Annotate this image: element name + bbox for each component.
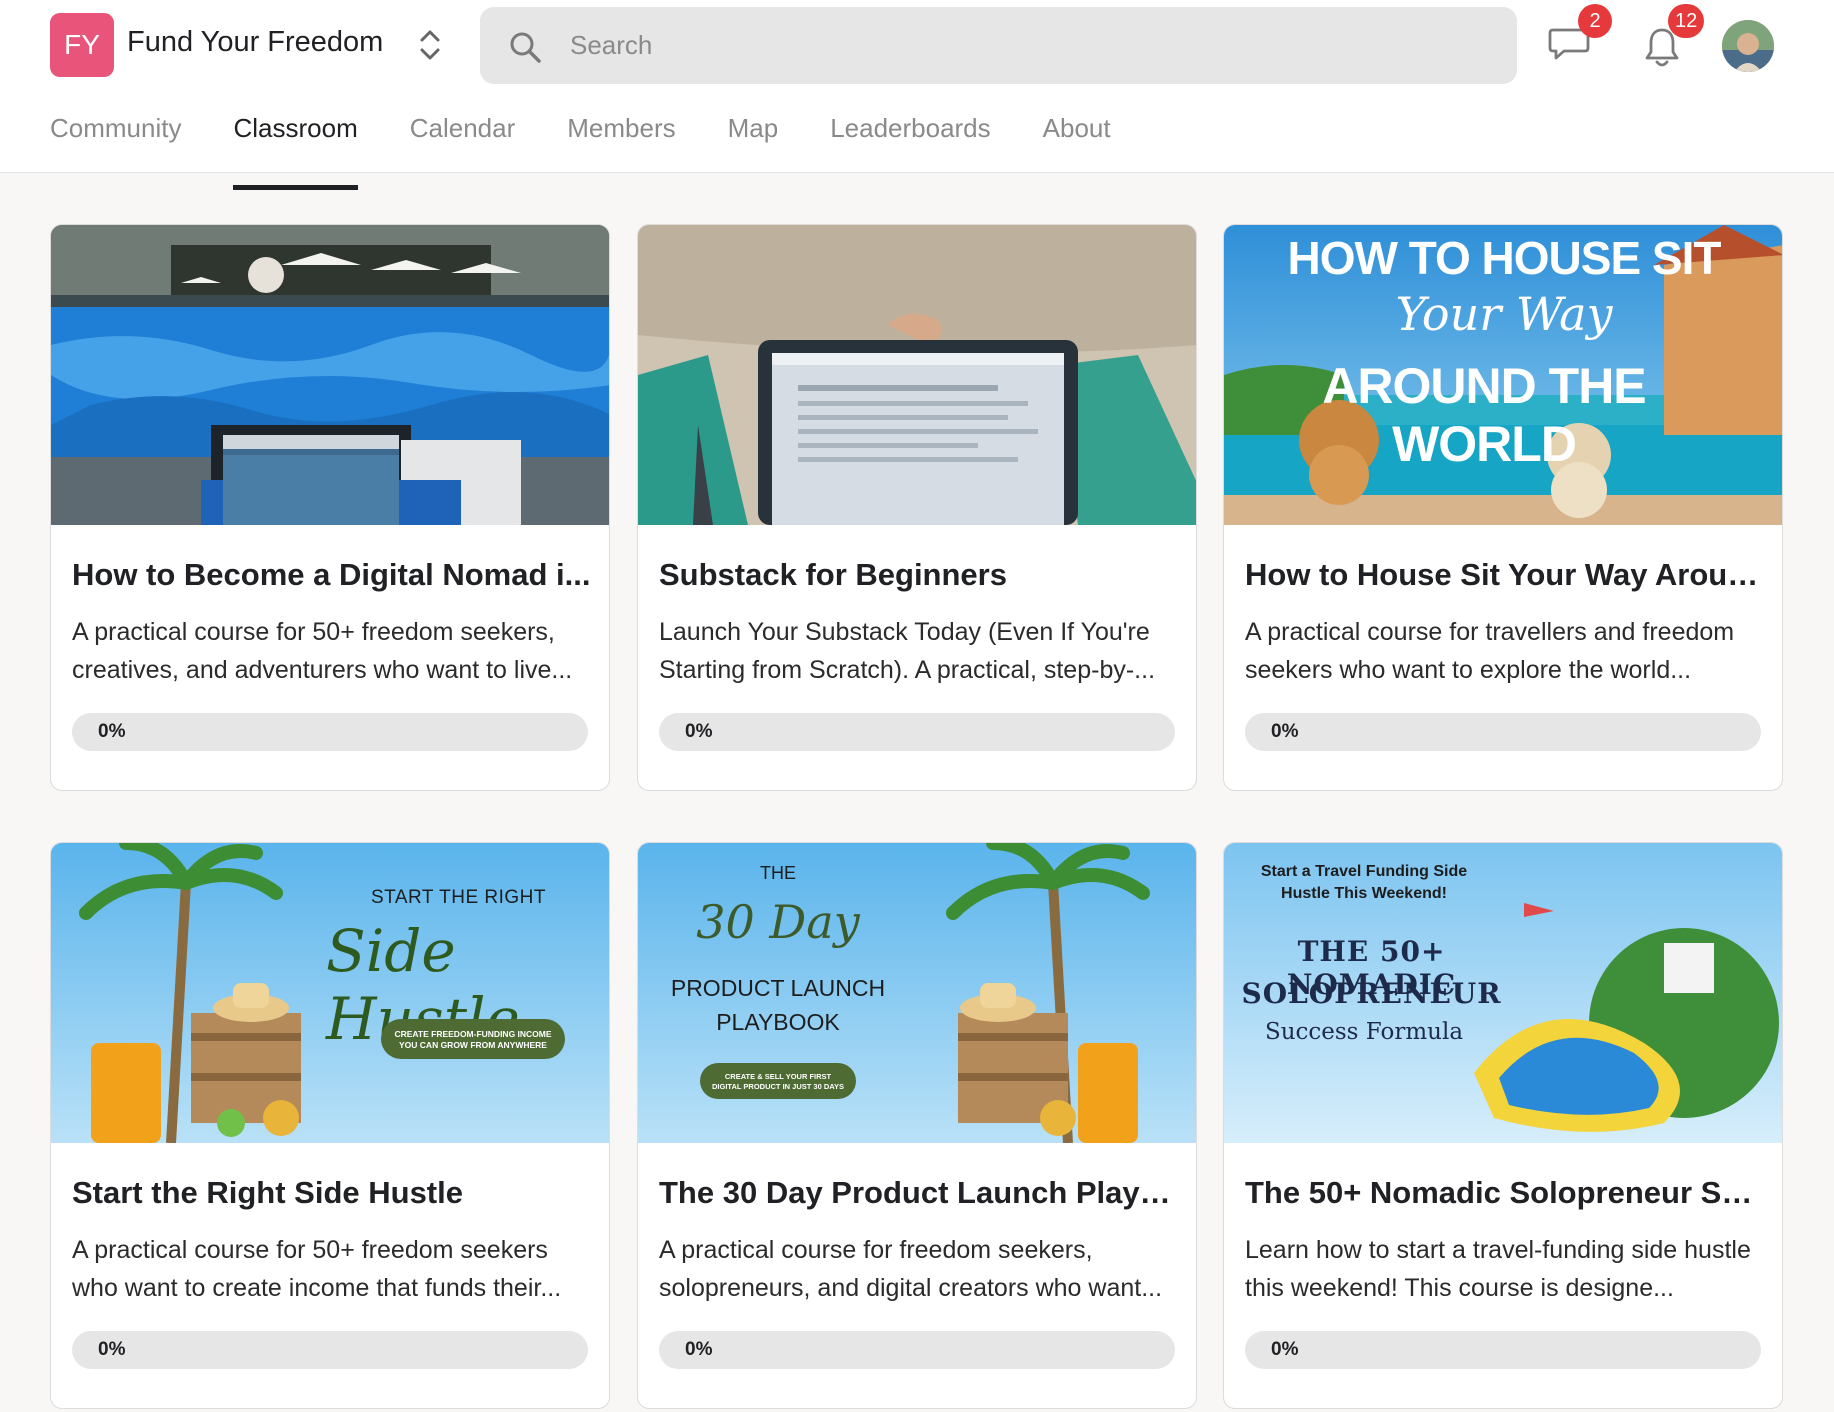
course-title[interactable]: Start the Right Side Hustle bbox=[72, 1175, 592, 1211]
tab-community[interactable]: Community bbox=[50, 100, 181, 173]
course-description: A practical course for freedom seekers, … bbox=[659, 1236, 1163, 1302]
course-title[interactable]: The 30 Day Product Launch Playb... bbox=[659, 1175, 1179, 1211]
group-switcher-icon[interactable] bbox=[416, 26, 444, 64]
thumb-heading: Success Formula bbox=[1264, 1019, 1464, 1045]
notifications-button[interactable]: 12 bbox=[1634, 4, 1705, 70]
course-description: Launch Your Substack Today (Even If You'… bbox=[659, 618, 1156, 684]
course-card[interactable]: How to Become a Digital Nomad i... A pra… bbox=[50, 224, 610, 791]
course-title[interactable]: Substack for Beginners bbox=[659, 557, 1179, 593]
thumb-heading: SOLOPRENEUR bbox=[1241, 977, 1502, 1010]
progress-bar: 0% bbox=[1245, 713, 1761, 751]
thumb-pill: CREATE & SELL YOUR FIRST DIGITAL PRODUCT… bbox=[700, 1063, 856, 1099]
search-icon bbox=[508, 30, 542, 64]
thumb-heading: AROUND THE WORLD bbox=[1322, 358, 1646, 472]
course-card[interactable]: START THE RIGHT Side Hustle CREATE FREED… bbox=[50, 842, 610, 1409]
course-thumbnail bbox=[638, 225, 1196, 525]
top-bar: FY Fund Your Freedom 2 12 Community Clas… bbox=[0, 0, 1834, 190]
nav-tabs: Community Classroom Calendar Members Map… bbox=[50, 100, 1163, 190]
progress-bar: 0% bbox=[1245, 1331, 1761, 1369]
thumb-heading: Your Way bbox=[1395, 287, 1613, 341]
course-title[interactable]: How to Become a Digital Nomad i... bbox=[72, 557, 592, 593]
thumb-heading: THE bbox=[760, 863, 796, 883]
course-description: A practical course for travellers and fr… bbox=[1245, 618, 1735, 684]
course-title[interactable]: How to House Sit Your Way Aroun... bbox=[1245, 557, 1765, 593]
course-description: A practical course for 50+ freedom seeke… bbox=[72, 618, 573, 684]
thumb-pill: CREATE FREEDOM-FUNDING INCOME YOU CAN GR… bbox=[381, 1019, 565, 1059]
progress-label: 0% bbox=[98, 1339, 126, 1360]
thumb-heading: Start a Travel Funding Side bbox=[1260, 863, 1468, 880]
course-thumbnail: THE 30 Day PRODUCT LAUNCH PLAYBOOK CREAT… bbox=[638, 843, 1196, 1143]
course-description: Learn how to start a travel-funding side… bbox=[1245, 1236, 1751, 1302]
group-name[interactable]: Fund Your Freedom bbox=[127, 26, 383, 59]
course-thumbnail: START THE RIGHT Side Hustle CREATE FREED… bbox=[51, 843, 609, 1143]
course-card[interactable]: THE 30 Day PRODUCT LAUNCH PLAYBOOK CREAT… bbox=[637, 842, 1197, 1409]
thumb-heading: START THE RIGHT bbox=[371, 887, 547, 908]
progress-label: 0% bbox=[685, 1339, 713, 1360]
progress-bar: 0% bbox=[659, 1331, 1175, 1369]
avatar[interactable] bbox=[1722, 20, 1774, 72]
tab-members[interactable]: Members bbox=[567, 100, 675, 173]
tab-calendar[interactable]: Calendar bbox=[410, 100, 516, 173]
thumb-heading: Hustle This Weekend! bbox=[1281, 885, 1447, 902]
tab-classroom[interactable]: Classroom bbox=[233, 100, 358, 190]
course-card[interactable]: Start a Travel Funding Side Hustle This … bbox=[1223, 842, 1783, 1409]
progress-label: 0% bbox=[1271, 1339, 1299, 1360]
progress-label: 0% bbox=[1271, 721, 1299, 742]
course-card[interactable]: Substack for Beginners Launch Your Subst… bbox=[637, 224, 1197, 791]
tab-map[interactable]: Map bbox=[728, 100, 779, 173]
thumb-heading: 30 Day bbox=[696, 895, 860, 949]
group-logo[interactable]: FY bbox=[50, 13, 114, 77]
tab-about[interactable]: About bbox=[1043, 100, 1111, 173]
course-title[interactable]: The 50+ Nomadic Solopreneur Su... bbox=[1245, 1175, 1765, 1211]
notifications-badge: 12 bbox=[1668, 4, 1705, 38]
thumb-heading: PLAYBOOK bbox=[716, 1009, 840, 1035]
course-card[interactable]: HOW TO HOUSE SIT Your Way AROUND THE WOR… bbox=[1223, 224, 1783, 791]
progress-bar: 0% bbox=[72, 713, 588, 751]
thumb-heading: HOW TO HOUSE SIT bbox=[1287, 232, 1722, 284]
thumb-heading: PRODUCT LAUNCH bbox=[670, 975, 886, 1001]
course-thumbnail bbox=[51, 225, 609, 525]
course-thumbnail: Start a Travel Funding Side Hustle This … bbox=[1224, 843, 1782, 1143]
chat-badge: 2 bbox=[1578, 4, 1612, 38]
course-thumbnail: HOW TO HOUSE SIT Your Way AROUND THE WOR… bbox=[1224, 225, 1782, 525]
chat-button[interactable]: 2 bbox=[1540, 4, 1612, 70]
progress-label: 0% bbox=[685, 721, 713, 742]
search-bar[interactable] bbox=[480, 7, 1517, 84]
search-input[interactable] bbox=[570, 19, 1470, 72]
progress-label: 0% bbox=[98, 721, 126, 742]
progress-bar: 0% bbox=[659, 713, 1175, 751]
course-description: A practical course for 50+ freedom seeke… bbox=[72, 1236, 562, 1302]
tab-leaderboards[interactable]: Leaderboards bbox=[830, 100, 990, 173]
progress-bar: 0% bbox=[72, 1331, 588, 1369]
